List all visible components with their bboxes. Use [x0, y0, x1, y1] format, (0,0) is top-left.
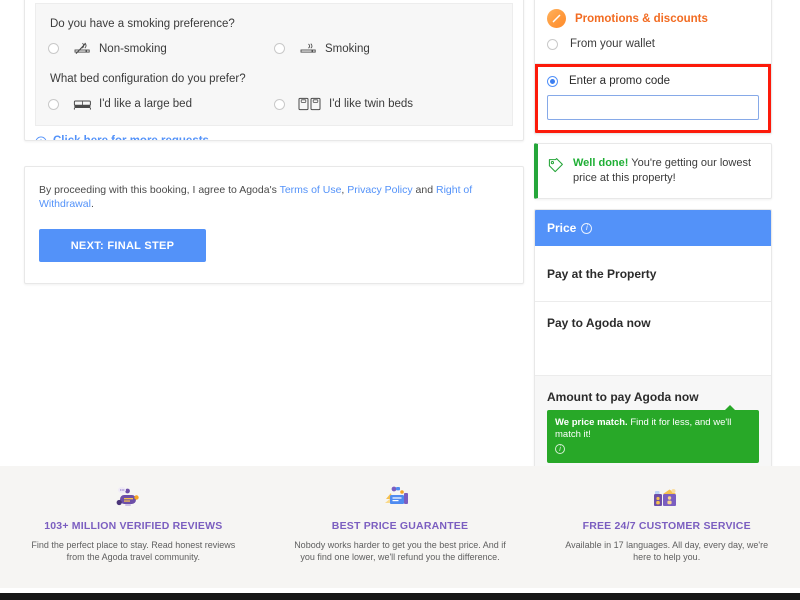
price-header-label: Price	[547, 221, 576, 235]
terms-prefix: By proceeding with this booking, I agree…	[39, 184, 280, 196]
option-smoking[interactable]: Smoking	[274, 42, 500, 55]
option-twin-beds[interactable]: I'd like twin beds	[274, 97, 500, 111]
smoking-question-label: Do you have a smoking preference?	[50, 18, 500, 30]
wallet-option-label: From your wallet	[570, 38, 655, 50]
option-non-smoking[interactable]: Non-smoking	[48, 42, 274, 55]
promo-code-option-label: Enter a promo code	[569, 75, 670, 87]
price-match-info-icon[interactable]: i	[555, 444, 565, 454]
browser-bottom-edge	[0, 588, 800, 600]
price-match-text: We price match. Find it for less, and we…	[555, 417, 751, 441]
booking-page: Requests are subject to availability. We…	[0, 0, 800, 600]
price-header: Price i	[535, 210, 771, 246]
terms-agreement-text: By proceeding with this booking, I agree…	[39, 183, 509, 211]
option-label-non-smoking: Non-smoking	[99, 43, 167, 55]
terms-sep-2: and	[413, 184, 436, 196]
price-row-pay-at-property: Pay at the Property	[535, 246, 771, 302]
footer-desc-reviews: Find the perfect place to stay. Read hon…	[22, 539, 245, 563]
chat-review-icon	[22, 482, 245, 512]
price-match-bold: We price match.	[555, 417, 628, 428]
price-row-pay-to-agoda: Pay to Agoda now	[535, 302, 771, 376]
radio-twin-beds[interactable]	[274, 99, 285, 110]
more-requests-link[interactable]: Click here for more requests	[53, 135, 209, 141]
next-final-step-button[interactable]: NEXT: FINAL STEP	[39, 229, 206, 262]
double-bed-icon	[71, 97, 93, 111]
option-label-twin-beds: I'd like twin beds	[329, 98, 413, 110]
customer-service-icon	[555, 482, 778, 512]
price-match-banner: We price match. Find it for less, and we…	[547, 410, 759, 463]
terms-and-submit-card: By proceeding with this booking, I agree…	[24, 166, 524, 284]
more-requests-row[interactable]: Click here for more requests	[25, 126, 523, 141]
radio-enter-promo-code[interactable]	[547, 76, 558, 87]
option-from-your-wallet[interactable]: From your wallet	[535, 38, 771, 63]
price-tag-icon	[547, 157, 564, 174]
radio-large-bed[interactable]	[48, 99, 59, 110]
plus-circle-icon	[35, 135, 47, 141]
well-done-message-card: Well done! You're getting our lowest pri…	[534, 143, 772, 199]
well-done-bold: Well done!	[573, 157, 628, 169]
option-large-bed[interactable]: I'd like a large bed	[48, 97, 274, 111]
pay-at-property-label: Pay at the Property	[547, 267, 656, 281]
bed-question-label: What bed configuration do you prefer?	[50, 73, 500, 85]
bed-options-row: I'd like a large bed I'd like	[48, 97, 500, 111]
privacy-policy-link[interactable]: Privacy Policy	[347, 184, 412, 196]
footer-column-customer-service: FREE 24/7 CUSTOMER SERVICE Available in …	[533, 466, 800, 588]
terms-suffix: .	[91, 198, 94, 210]
info-icon[interactable]: i	[581, 223, 592, 234]
radio-smoking[interactable]	[274, 43, 285, 54]
best-price-icon	[289, 482, 512, 512]
footer-column-reviews: 103+ MILLION VERIFIED REVIEWS Find the p…	[0, 466, 267, 588]
footer-title-reviews: 103+ MILLION VERIFIED REVIEWS	[22, 519, 245, 534]
option-label-large-bed: I'd like a large bed	[99, 98, 192, 110]
promotions-header: Promotions & discounts	[535, 0, 771, 38]
amount-to-pay-label: Amount to pay Agoda now	[547, 390, 759, 404]
footer-title-price-guarantee: BEST PRICE GUARANTEE	[289, 519, 512, 534]
footer-column-price-guarantee: BEST PRICE GUARANTEE Nobody works harder…	[267, 466, 534, 588]
pay-to-agoda-label: Pay to Agoda now	[547, 316, 651, 330]
right-sidebar: Promotions & discounts From your wallet …	[534, 0, 772, 488]
radio-non-smoking[interactable]	[48, 43, 59, 54]
option-enter-promo-code[interactable]: Enter a promo code	[547, 75, 759, 87]
discount-tag-icon	[547, 9, 566, 28]
promo-code-input[interactable]	[547, 95, 759, 120]
promotions-card: Promotions & discounts From your wallet …	[534, 0, 772, 134]
site-footer: 103+ MILLION VERIFIED REVIEWS Find the p…	[0, 466, 800, 588]
twin-beds-icon	[297, 97, 323, 111]
promotions-title: Promotions & discounts	[575, 13, 708, 25]
footer-desc-price-guarantee: Nobody works harder to get you the best …	[289, 539, 512, 563]
price-summary-card: Price i Pay at the Property Pay to Agoda…	[534, 209, 772, 488]
radio-from-your-wallet[interactable]	[547, 39, 558, 50]
promo-code-highlight-box: Enter a promo code	[535, 64, 771, 133]
option-label-smoking: Smoking	[325, 43, 370, 55]
terms-of-use-link[interactable]: Terms of Use	[280, 184, 342, 196]
special-requests-card: Requests are subject to availability. We…	[24, 0, 524, 141]
preferences-panel: Do you have a smoking preference?	[35, 3, 513, 126]
smoking-icon	[297, 42, 319, 55]
smoking-options-row: Non-smoking Smoking	[48, 42, 500, 55]
no-smoking-icon	[71, 42, 93, 55]
well-done-text: Well done! You're getting our lowest pri…	[573, 156, 759, 186]
footer-desc-customer-service: Available in 17 languages. All day, ever…	[555, 539, 778, 563]
footer-title-customer-service: FREE 24/7 CUSTOMER SERVICE	[555, 519, 778, 534]
